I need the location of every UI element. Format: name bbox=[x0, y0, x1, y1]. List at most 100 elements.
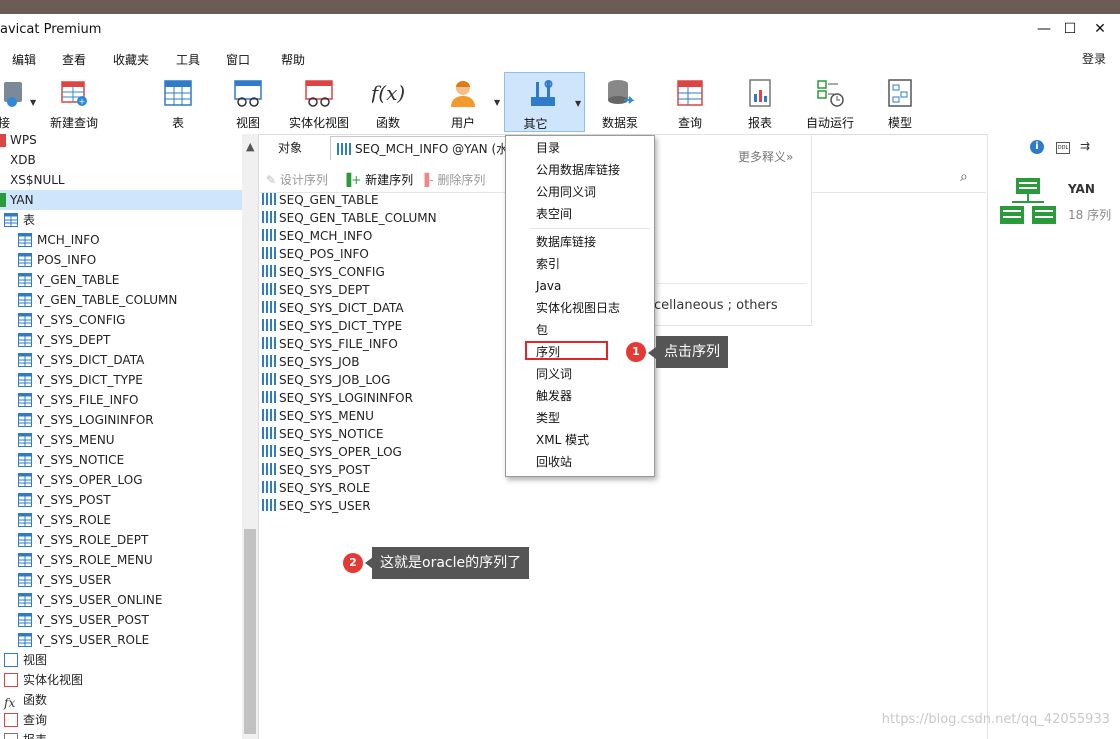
menu-window[interactable]: 窗口 bbox=[226, 51, 250, 68]
tree-group-functions[interactable]: fx 函数 bbox=[4, 690, 246, 710]
toolbar-view-button[interactable]: 视图 bbox=[224, 72, 272, 132]
toolbar-data-pump-button[interactable]: 数据泵 bbox=[596, 72, 644, 132]
annotation-callout-1: 点击序列 bbox=[656, 336, 728, 368]
tree-group-tables[interactable]: 表 bbox=[4, 210, 246, 230]
tree-table-item[interactable]: Y_SYS_POST bbox=[18, 490, 258, 510]
tree-group-materialized-views[interactable]: 实体化视图 bbox=[4, 670, 246, 690]
toolbar-model-button[interactable]: 模型 bbox=[876, 72, 924, 132]
login-link[interactable]: 登录 bbox=[1082, 50, 1106, 67]
dropdown-item[interactable]: 索引 bbox=[536, 254, 560, 274]
scrollbar-thumb[interactable] bbox=[244, 529, 256, 734]
tree-table-item[interactable]: Y_SYS_ROLE_DEPT bbox=[18, 530, 258, 550]
tree-table-item[interactable]: Y_SYS_DICT_TYPE bbox=[18, 370, 258, 390]
tree-table-item[interactable]: Y_SYS_OPER_LOG bbox=[18, 470, 258, 490]
tree-table-item[interactable]: Y_GEN_TABLE_COLUMN bbox=[18, 290, 258, 310]
dropdown-item[interactable]: 回收站 bbox=[536, 452, 572, 472]
dropdown-item[interactable]: 实体化视图日志 bbox=[536, 298, 620, 318]
tree-table-item[interactable]: Y_SYS_DEPT bbox=[18, 330, 258, 350]
dropdown-item[interactable]: 包 bbox=[536, 320, 548, 340]
toolbar-function-button[interactable]: f(x) 函数 bbox=[364, 72, 412, 132]
tree-table-item[interactable]: Y_SYS_ROLE_MENU bbox=[18, 550, 258, 570]
sequence-item[interactable]: SEQ_SYS_OPER_LOG bbox=[262, 443, 402, 461]
tree-table-item[interactable]: Y_SYS_LOGININFOR bbox=[18, 410, 258, 430]
new-sequence-button[interactable]: ▐+ 新建序列 bbox=[342, 171, 413, 188]
sequence-item[interactable]: SEQ_SYS_DICT_DATA bbox=[262, 299, 404, 317]
dropdown-item[interactable]: 公用数据库链接 bbox=[536, 160, 620, 180]
sequence-item[interactable]: SEQ_MCH_INFO bbox=[262, 227, 372, 245]
close-button[interactable]: ✕ bbox=[1080, 18, 1120, 40]
sequence-item[interactable]: SEQ_GEN_TABLE_COLUMN bbox=[262, 209, 437, 227]
tab-objects[interactable]: 对象 bbox=[278, 136, 302, 160]
chevron-down-icon[interactable]: ▼ bbox=[494, 98, 500, 107]
tree-schema-yan[interactable]: YAN bbox=[0, 190, 242, 210]
more-definitions-link[interactable]: 更多释义» bbox=[738, 148, 793, 165]
tree-table-item[interactable]: Y_SYS_CONFIG bbox=[18, 310, 258, 330]
chevron-down-icon[interactable]: ▼ bbox=[575, 99, 581, 108]
menu-help[interactable]: 帮助 bbox=[281, 51, 305, 68]
dropdown-item[interactable]: 公用同义词 bbox=[536, 182, 596, 202]
dropdown-item[interactable]: 表空间 bbox=[536, 204, 572, 224]
toolbar-query-button[interactable]: 查询 bbox=[666, 72, 714, 132]
dropdown-item[interactable]: XML 模式 bbox=[536, 430, 589, 450]
tree-schema-wps[interactable]: WPS bbox=[0, 134, 242, 150]
sequence-item[interactable]: SEQ_SYS_NOTICE bbox=[262, 425, 383, 443]
toolbar-table-button[interactable]: 表 bbox=[154, 72, 202, 132]
sequence-item[interactable]: SEQ_SYS_DEPT bbox=[262, 281, 370, 299]
tree-schema-xdb[interactable]: XDB bbox=[0, 150, 242, 170]
info-icon[interactable]: i bbox=[1030, 140, 1044, 154]
dropdown-item[interactable]: 触发器 bbox=[536, 386, 572, 406]
sequence-item[interactable]: SEQ_SYS_JOB_LOG bbox=[262, 371, 390, 389]
tree-table-item[interactable]: Y_SYS_FILE_INFO bbox=[18, 390, 258, 410]
tree-table-item[interactable]: Y_SYS_DICT_DATA bbox=[18, 350, 258, 370]
sequence-item[interactable]: SEQ_SYS_USER bbox=[262, 497, 371, 515]
tree-table-item[interactable]: MCH_INFO bbox=[18, 230, 258, 250]
dropdown-item[interactable]: Java bbox=[536, 276, 561, 296]
delete-sequence-button[interactable]: ▐- 删除序列 bbox=[420, 171, 485, 188]
sequence-item[interactable]: SEQ_SYS_MENU bbox=[262, 407, 374, 425]
toolbar-user-button[interactable]: 用户 bbox=[438, 72, 488, 132]
dropdown-item[interactable]: 同义词 bbox=[536, 364, 572, 384]
tree-group-reports[interactable]: 报表 bbox=[4, 730, 246, 739]
tree-table-item[interactable]: Y_SYS_MENU bbox=[18, 430, 258, 450]
tree-table-item[interactable]: Y_SYS_USER_POST bbox=[18, 610, 258, 630]
sidebar-scrollbar[interactable] bbox=[242, 134, 258, 739]
chevron-down-icon[interactable]: ▼ bbox=[30, 98, 36, 107]
sequence-item[interactable]: SEQ_SYS_POST bbox=[262, 461, 370, 479]
tab-sequence[interactable]: SEQ_MCH_INFO @YAN (水 bbox=[330, 136, 510, 160]
tree-group-views[interactable]: 视图 bbox=[4, 650, 246, 670]
tree-table-item[interactable]: POS_INFO bbox=[18, 250, 258, 270]
toolbar-automation-button[interactable]: 自动运行 bbox=[800, 72, 860, 132]
design-sequence-button[interactable]: ✎ 设计序列 bbox=[266, 171, 328, 188]
sequence-item[interactable]: SEQ_SYS_LOGININFOR bbox=[262, 389, 413, 407]
sequence-item[interactable]: SEQ_SYS_CONFIG bbox=[262, 263, 385, 281]
toolbar-other-button[interactable]: 其它 ▼ bbox=[504, 72, 585, 132]
tree-table-item[interactable]: Y_SYS_NOTICE bbox=[18, 450, 258, 470]
dependency-icon[interactable]: ⇉ bbox=[1080, 139, 1090, 153]
tree-table-item[interactable]: Y_SYS_USER_ONLINE bbox=[18, 590, 258, 610]
sequence-item[interactable]: SEQ_SYS_JOB bbox=[262, 353, 359, 371]
toolbar-new-query-button[interactable]: + 新建查询 bbox=[44, 72, 104, 132]
tree-table-item[interactable]: Y_SYS_ROLE bbox=[18, 510, 258, 530]
menu-favorites[interactable]: 收藏夹 bbox=[113, 51, 149, 68]
toolbar-report-button[interactable]: 报表 bbox=[736, 72, 784, 132]
tree-schema-xsnull[interactable]: XS$NULL bbox=[0, 170, 242, 190]
tree-group-queries[interactable]: 查询 bbox=[4, 710, 246, 730]
dropdown-item[interactable]: 类型 bbox=[536, 408, 560, 428]
dropdown-item[interactable]: 数据库链接 bbox=[536, 232, 596, 252]
sequence-item[interactable]: SEQ_POS_INFO bbox=[262, 245, 369, 263]
tree-table-item[interactable]: Y_SYS_USER_ROLE bbox=[18, 630, 258, 650]
search-icon[interactable]: ⌕ bbox=[960, 169, 968, 185]
tree-table-item[interactable]: Y_SYS_USER bbox=[18, 570, 258, 590]
sequence-item[interactable]: SEQ_GEN_TABLE bbox=[262, 191, 379, 209]
dropdown-item[interactable]: 目录 bbox=[536, 138, 560, 158]
ddl-icon[interactable]: DDL bbox=[1056, 142, 1070, 154]
toolbar-materialized-view-button[interactable]: 实体化视图 bbox=[284, 72, 354, 132]
sequence-item[interactable]: SEQ_SYS_FILE_INFO bbox=[262, 335, 398, 353]
tree-table-item[interactable]: Y_GEN_TABLE bbox=[18, 270, 258, 290]
menu-tools[interactable]: 工具 bbox=[176, 51, 200, 68]
menu-edit[interactable]: 编辑 bbox=[12, 51, 36, 68]
chevron-up-icon[interactable]: ▲ bbox=[246, 136, 254, 158]
menu-view[interactable]: 查看 bbox=[62, 51, 86, 68]
sequence-item[interactable]: SEQ_SYS_DICT_TYPE bbox=[262, 317, 402, 335]
sequence-item[interactable]: SEQ_SYS_ROLE bbox=[262, 479, 370, 497]
